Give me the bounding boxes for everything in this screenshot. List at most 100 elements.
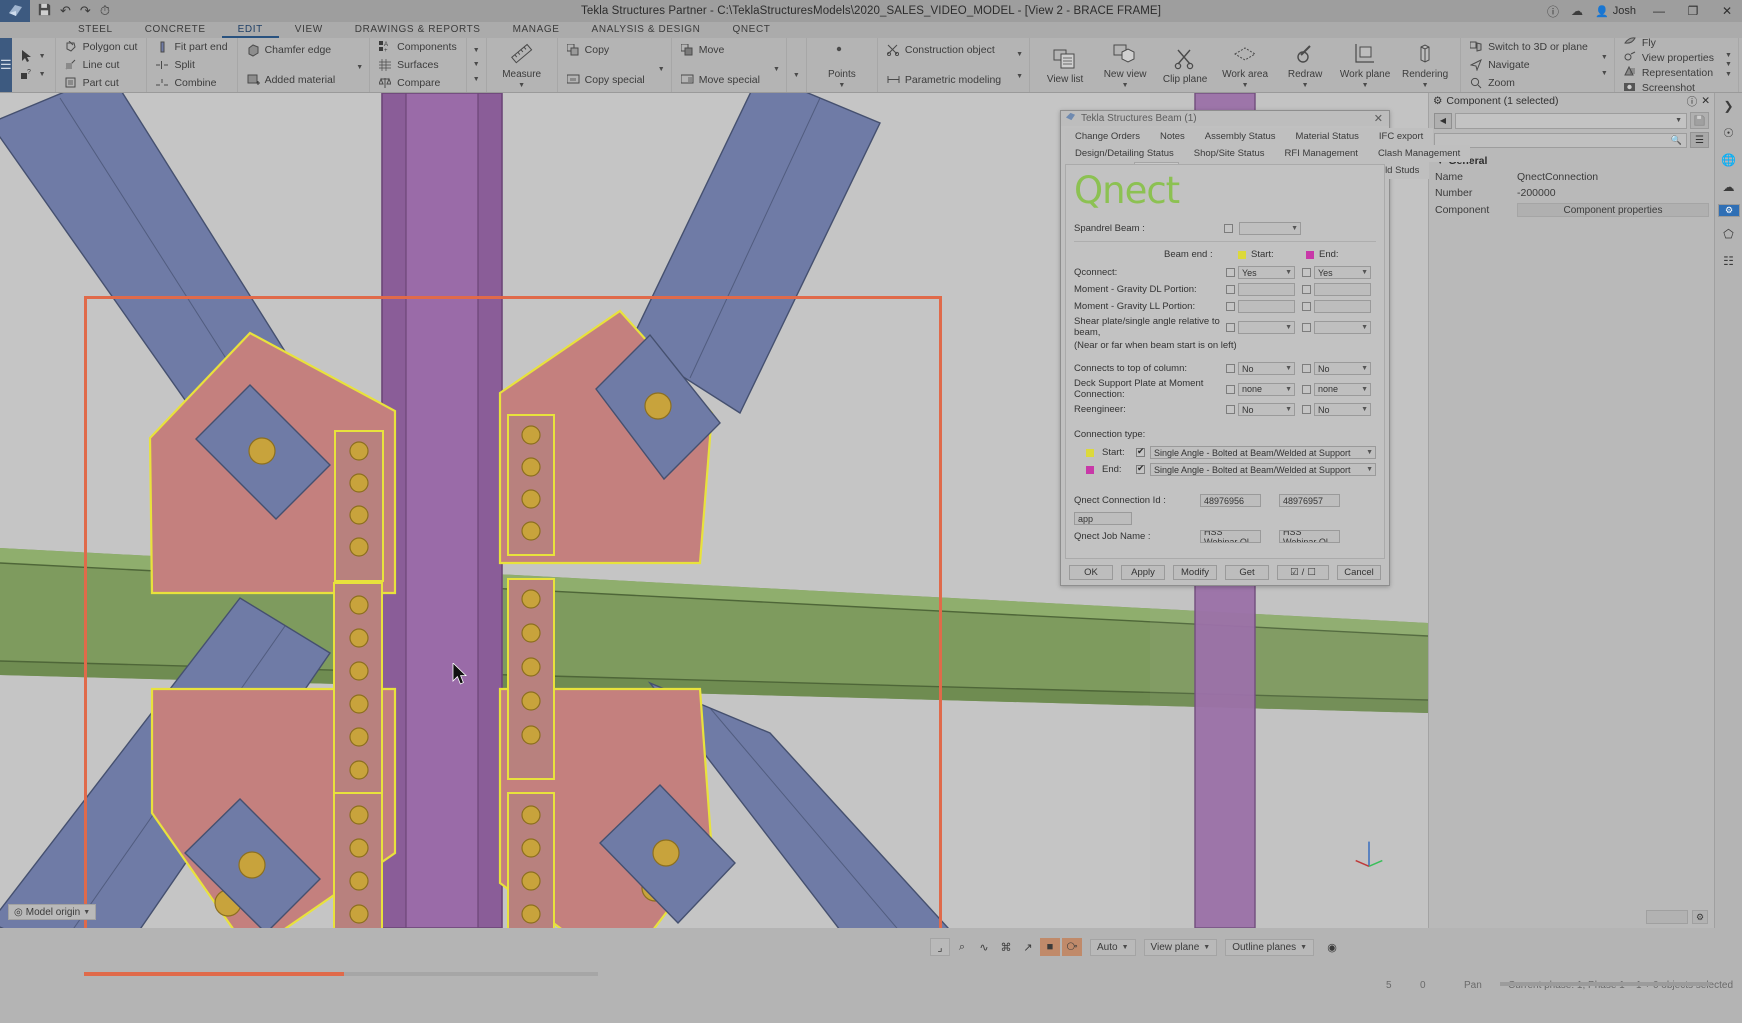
measure-button[interactable]: Measure ▼ xyxy=(493,41,551,89)
select-filter-tool[interactable]: ? ▼ xyxy=(18,67,49,81)
rail-settings-icon[interactable]: ⚙ xyxy=(1717,204,1740,217)
app-input[interactable]: app xyxy=(1074,512,1132,525)
tab-shop-site-status[interactable]: Shop/Site Status xyxy=(1183,145,1275,162)
tab-design-detailing-status[interactable]: Design/Detailing Status xyxy=(1065,145,1184,162)
panel-back-button[interactable]: ◀ xyxy=(1434,112,1452,129)
chevron-down-icon[interactable]: ▼ xyxy=(1601,54,1608,61)
job-name-start-input[interactable]: HSS Webinar Ol xyxy=(1200,530,1261,543)
reengineer-start-checkbox[interactable] xyxy=(1226,405,1235,414)
panel-apply-button[interactable] xyxy=(1646,910,1688,924)
preset-select[interactable]: ▼ xyxy=(1455,112,1687,129)
apply-button[interactable]: Apply xyxy=(1121,564,1165,580)
moment-ll-end-input[interactable] xyxy=(1314,300,1371,313)
split-button[interactable]: Split xyxy=(153,58,230,72)
rail-components-icon[interactable]: ☷ xyxy=(1718,251,1740,271)
shear-plate-start-select[interactable]: ▼ xyxy=(1238,320,1295,334)
combine-button[interactable]: Combine xyxy=(153,76,230,90)
save-icon[interactable] xyxy=(38,3,51,19)
chevron-down-icon[interactable]: ▼ xyxy=(1422,82,1429,89)
deck-support-end-checkbox[interactable] xyxy=(1302,384,1311,394)
connection-start-select[interactable]: Single Angle - Bolted at Beam/Welded at … xyxy=(1150,446,1376,459)
chevron-down-icon[interactable]: ▼ xyxy=(356,64,363,71)
tekla-logo-icon[interactable] xyxy=(0,0,30,22)
new-view-button[interactable]: New view ▼ xyxy=(1096,41,1154,89)
ribbon-tab-view[interactable]: VIEW xyxy=(279,22,339,38)
close-button[interactable]: ✕ xyxy=(1716,4,1738,18)
moment-ll-start-checkbox[interactable] xyxy=(1226,302,1235,311)
connection-id-start-input[interactable]: 48976956 xyxy=(1200,494,1261,507)
snap-perpendicular-icon[interactable]: ↗ xyxy=(1018,938,1038,956)
rail-expand-icon[interactable]: ❯ xyxy=(1718,96,1740,116)
qconnect-start-select[interactable]: Yes ▼ xyxy=(1238,266,1295,279)
dialog-close-button[interactable]: ✕ xyxy=(1374,112,1385,125)
surfaces-button[interactable]: Surfaces xyxy=(376,58,460,72)
moment-dl-start-checkbox[interactable] xyxy=(1226,285,1235,294)
visibility-eye-icon[interactable]: ◉ xyxy=(1322,938,1342,956)
view-plane-dropdown[interactable]: View plane ▼ xyxy=(1143,938,1218,956)
get-button[interactable]: Get xyxy=(1225,564,1269,580)
cloud-icon[interactable]: ☁ xyxy=(1571,4,1583,18)
ok-button[interactable]: OK xyxy=(1069,564,1113,580)
copy-special-button[interactable]: Copy special xyxy=(564,73,648,87)
chevron-down-icon[interactable]: ▼ xyxy=(1601,70,1608,77)
ribbon-tab-edit[interactable]: EDIT xyxy=(221,22,279,38)
compare-button[interactable]: Compare xyxy=(376,76,460,90)
model-origin-dropdown[interactable]: ◎ Model origin ▼ xyxy=(8,904,97,920)
zoom-button[interactable]: Zoom xyxy=(1467,76,1591,90)
deck-support-start-select[interactable]: none ▼ xyxy=(1238,382,1295,396)
chevron-down-icon[interactable]: ▼ xyxy=(1242,82,1249,89)
deck-support-start-checkbox[interactable] xyxy=(1226,384,1235,394)
ribbon-menu-icon[interactable]: ☰ xyxy=(0,38,12,92)
reengineer-end-select[interactable]: No ▼ xyxy=(1314,403,1371,416)
snap-curve-icon[interactable]: ∿ xyxy=(974,938,994,956)
chevron-down-icon[interactable]: ▼ xyxy=(838,82,845,89)
tab-notes[interactable]: Notes xyxy=(1149,128,1195,145)
minimize-button[interactable]: — xyxy=(1648,4,1670,18)
rail-query-icon[interactable]: ☉ xyxy=(1718,123,1740,143)
snap-endpoint-icon[interactable]: ⌟ xyxy=(930,938,950,956)
chevron-down-icon[interactable]: ▼ xyxy=(1016,51,1023,58)
chevron-down-icon[interactable]: ▼ xyxy=(1725,71,1732,78)
work-plane-button[interactable]: Work plane ▼ xyxy=(1336,41,1394,89)
history-icon[interactable]: ⏱ xyxy=(100,3,110,19)
chevron-down-icon[interactable]: ▼ xyxy=(473,61,480,68)
cancel-button[interactable]: Cancel xyxy=(1337,564,1381,580)
rendering-button[interactable]: Rendering ▼ xyxy=(1396,41,1454,89)
chevron-down-icon[interactable]: ▼ xyxy=(518,82,525,89)
fly-button[interactable]: Fly xyxy=(1621,36,1717,50)
tab-clash-management[interactable]: Clash Management xyxy=(1367,145,1471,162)
chevron-down-icon[interactable]: ▼ xyxy=(1016,73,1023,80)
undo-icon[interactable]: ↶ xyxy=(60,3,71,19)
work-area-button[interactable]: Work area ▼ xyxy=(1216,41,1274,89)
tab-ifc-export[interactable]: IFC export xyxy=(1368,128,1434,145)
connects-top-start-select[interactable]: No ▼ xyxy=(1238,362,1295,375)
points-button[interactable]: Points ▼ xyxy=(813,41,871,89)
polygon-cut-button[interactable]: Polygon cut xyxy=(62,40,141,54)
rail-cube-icon[interactable]: ⬠ xyxy=(1718,224,1740,244)
chevron-down-icon[interactable]: ▼ xyxy=(1362,82,1369,89)
chevron-down-icon[interactable]: ▼ xyxy=(39,53,46,60)
view-properties-button[interactable]: View properties xyxy=(1621,51,1717,65)
components-button[interactable]: A + Components xyxy=(376,40,460,54)
shear-plate-start-checkbox[interactable] xyxy=(1226,322,1235,332)
clip-plane-button[interactable]: Clip plane xyxy=(1156,46,1214,85)
connection-end-checkbox[interactable] xyxy=(1136,463,1145,474)
move-special-button[interactable]: Move special xyxy=(678,73,763,87)
panel-menu-button[interactable]: ☰ xyxy=(1690,132,1709,148)
ribbon-tab-steel[interactable]: STEEL xyxy=(62,22,129,38)
navigate-button[interactable]: Navigate xyxy=(1467,58,1591,72)
spandrel-beam-select[interactable]: ▼ xyxy=(1239,222,1301,235)
shear-plate-end-checkbox[interactable] xyxy=(1302,322,1311,332)
chevron-down-icon[interactable]: ▼ xyxy=(473,47,480,54)
move-button[interactable]: Move xyxy=(678,43,763,57)
rail-globe-icon[interactable]: 🌐 xyxy=(1718,150,1740,170)
redraw-button[interactable]: Redraw ▼ xyxy=(1276,41,1334,89)
tab-rfi-management[interactable]: RFI Management xyxy=(1274,145,1368,162)
switch-3d-plane-button[interactable]: Switch to 3D or plane xyxy=(1467,40,1591,54)
reengineer-start-select[interactable]: No ▼ xyxy=(1238,403,1295,416)
chevron-down-icon[interactable]: ▼ xyxy=(1725,61,1732,68)
qconnect-end-select[interactable]: Yes ▼ xyxy=(1314,266,1371,279)
reengineer-end-checkbox[interactable] xyxy=(1302,405,1311,414)
snap-any-icon[interactable]: ⧂ xyxy=(1062,938,1082,956)
panel-pick-button[interactable]: ⚙ xyxy=(1692,910,1708,924)
